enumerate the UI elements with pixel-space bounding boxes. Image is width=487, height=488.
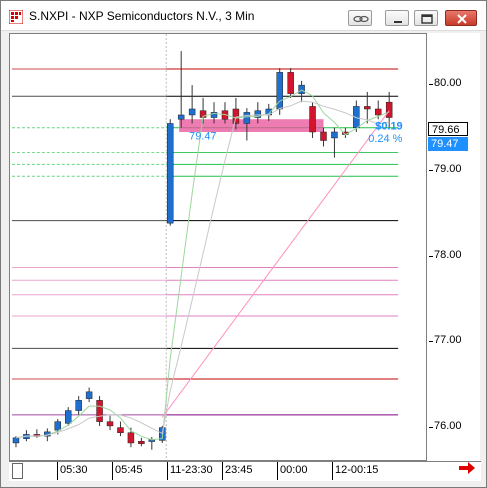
scroll-handle[interactable] [12, 463, 23, 479]
candle-body [331, 131, 338, 139]
maximize-button[interactable] [414, 10, 438, 26]
candle-body [385, 101, 393, 118]
candle-body [85, 391, 93, 399]
arrow-right-icon[interactable] [458, 461, 476, 475]
candle-body [117, 427, 124, 433]
price-tick [429, 341, 433, 343]
candle-body [106, 421, 114, 427]
link-icon [353, 15, 369, 23]
time-tick-label: 05:30 [60, 464, 88, 476]
moving-average-line-slow [15, 100, 390, 439]
time-tick [167, 462, 168, 480]
price-tick [429, 426, 433, 428]
last-price-label: 79.47 [428, 137, 468, 151]
time-tick-label: 05:45 [115, 464, 143, 476]
trend-line [161, 110, 390, 418]
title-bar[interactable]: S.NXPI - NXP Semiconductors N.V., 3 Min [1, 1, 486, 31]
price-axis: 80.00 79.00 78.00 77.00 76.00 [427, 33, 480, 461]
time-tick [277, 462, 278, 480]
candle-body [127, 432, 135, 444]
window-title: S.NXPI - NXP Semiconductors N.V., 3 Min [29, 9, 255, 23]
candle-body [177, 114, 185, 120]
price-tick-label: 76.00 [434, 419, 462, 432]
time-tick [112, 462, 113, 480]
close-button[interactable] [445, 10, 477, 26]
candle-body [298, 84, 305, 94]
minimize-button[interactable] [385, 10, 409, 26]
time-tick [332, 462, 333, 480]
maximize-icon [421, 14, 433, 24]
candle-body [166, 123, 174, 224]
candle-body [287, 72, 294, 94]
candle-body [64, 410, 72, 424]
price-tick-label: 77.00 [434, 334, 462, 347]
chart-window: S.NXPI - NXP Semiconductors N.V., 3 Min … [0, 0, 487, 488]
time-tick-label: 12-00:15 [335, 464, 379, 476]
candle-body [75, 400, 82, 411]
candlestick-chart[interactable]: 79.47 $0.190.24 % [9, 33, 427, 461]
time-tick-label: 23:45 [225, 464, 253, 476]
link-button[interactable] [348, 10, 372, 26]
candle-body [54, 421, 62, 431]
candle-body [188, 108, 196, 116]
candle-body [320, 131, 327, 141]
minimize-icon [394, 21, 402, 23]
price-tick [429, 169, 433, 171]
chart-grid-icon [9, 10, 23, 24]
candle-body [243, 112, 251, 124]
time-tick [57, 462, 58, 480]
price-tick-label: 80.00 [434, 77, 462, 90]
price-tick-label: 78.00 [434, 248, 462, 261]
time-tick [222, 462, 223, 480]
price-tick [429, 84, 433, 86]
candle-body [232, 108, 240, 124]
time-tick-label: 11-23:30 [170, 464, 213, 476]
time-axis: 05:30 05:45 11-23:30 23:45 00:00 12-00:15 [9, 461, 481, 481]
price-tick [429, 255, 433, 257]
change-label: $0.19 [375, 120, 402, 132]
current-price-label: 79.66 [428, 122, 468, 136]
candle-body [96, 400, 103, 422]
candle-body [12, 437, 20, 444]
candle-body [364, 106, 371, 110]
candle-body [374, 108, 382, 116]
candle-body [309, 106, 316, 133]
price-tick-label: 79.00 [434, 162, 462, 175]
close-icon [457, 14, 467, 24]
change-pct-label: 0.24 % [368, 133, 402, 145]
candle-body [138, 440, 145, 445]
left-price-label: 79.47 [189, 131, 216, 143]
time-tick-label: 00:00 [280, 464, 308, 476]
